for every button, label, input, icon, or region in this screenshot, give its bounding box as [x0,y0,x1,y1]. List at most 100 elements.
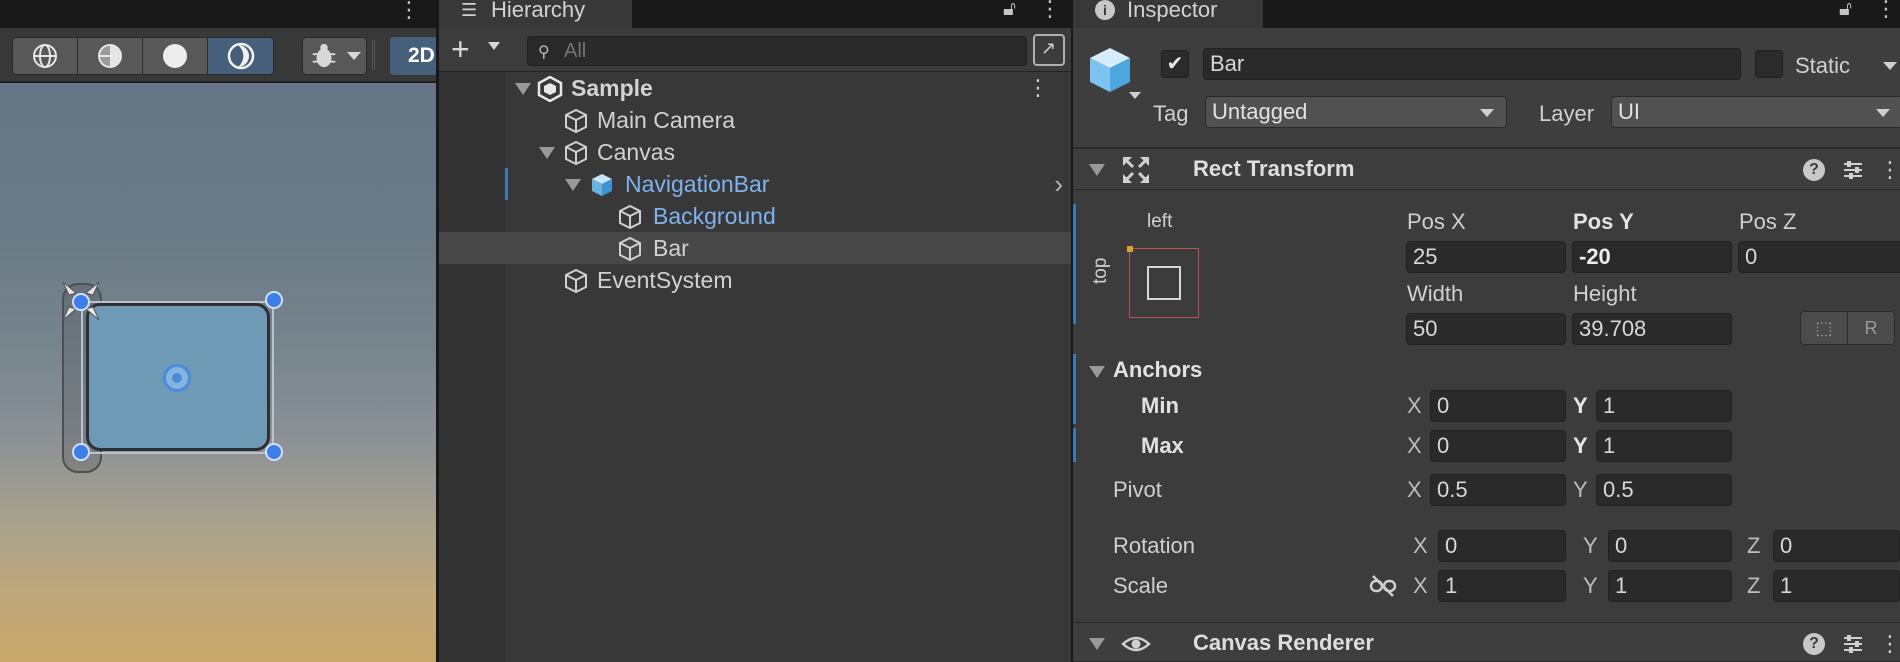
lock-icon[interactable]: 🔓︎ [1839,0,1852,19]
resize-handle-top-left[interactable] [72,293,90,311]
inspector-menu-icon[interactable]: ⋮ [1875,0,1897,20]
anchor-min-y-field[interactable]: 1 [1596,390,1732,422]
pos-y-field[interactable]: -20 [1572,241,1732,273]
shaded-sphere-icon[interactable] [143,38,208,74]
tree-item-canvas[interactable]: Canvas [439,136,1071,168]
skybox-moon-icon[interactable] [208,38,273,74]
scale-x-field[interactable]: 1 [1438,570,1566,602]
collapse-arrow-icon[interactable] [565,179,581,191]
layer-dropdown[interactable]: UI [1611,96,1900,128]
draw-mode-group [12,37,274,75]
canvas-renderer-title: Canvas Renderer [1193,630,1374,655]
anchor-presets-button[interactable] [1127,246,1199,318]
height-field[interactable]: 39.708 [1572,313,1732,345]
resize-handle-bottom-right[interactable] [265,443,283,461]
icon-dropdown-icon[interactable] [1129,92,1141,99]
rotation-y-field[interactable]: 0 [1608,530,1732,562]
rotation-z-field[interactable]: 0 [1773,530,1900,562]
width-field[interactable]: 50 [1406,313,1566,345]
blueprint-mode-button[interactable]: ⬚ [1800,311,1848,345]
add-object-dropdown-icon[interactable] [488,42,500,50]
collapse-arrow-icon[interactable] [539,147,555,159]
tag-label: Tag [1153,101,1189,126]
help-icon[interactable]: ? [1803,159,1825,181]
tree-item-main-camera[interactable]: Main Camera [439,104,1071,136]
height-label: Height [1573,281,1637,306]
override-marker [1073,204,1076,324]
tree-item-navigationbar[interactable]: NavigationBar › [439,168,1071,200]
static-checkbox[interactable] [1755,50,1783,78]
active-checkbox[interactable]: ✔ [1161,50,1189,78]
tab-hierarchy[interactable]: ☰ Hierarchy [439,0,632,28]
hierarchy-search-input[interactable] [564,39,1004,63]
eye-icon [1121,636,1151,652]
resize-handle-bottom-left[interactable] [72,443,90,461]
scene-viewport[interactable] [0,83,436,662]
scene-menu-icon[interactable]: ⋮ [398,0,420,21]
add-object-button[interactable]: + [451,33,470,65]
presets-icon[interactable] [1841,632,1865,656]
help-icon[interactable]: ? [1803,633,1825,655]
tree-item-eventsystem[interactable]: EventSystem [439,264,1071,296]
override-marker [1073,354,1076,390]
rotation-x-field[interactable]: 0 [1438,530,1566,562]
resize-handle-top-right[interactable] [265,291,283,309]
tab-inspector[interactable]: i Inspector [1073,0,1263,28]
pivot-handle[interactable] [163,364,191,392]
scale-y-field[interactable]: 1 [1608,570,1732,602]
list-icon: ☰ [461,0,478,20]
presets-icon[interactable] [1841,158,1865,182]
scale-y-label: Y [1583,573,1598,598]
raw-edit-button[interactable]: R [1847,311,1895,345]
gameobject-cube-icon [565,268,587,294]
prefab-override-marker [505,168,508,200]
foldout-arrow-icon[interactable] [1089,164,1105,176]
static-dropdown-icon[interactable] [1883,62,1897,70]
lock-icon[interactable]: 🔓︎ [1003,0,1016,19]
hierarchy-menu-icon[interactable]: ⋮ [1039,0,1061,20]
tree-item-label: Sample [571,75,653,101]
foldout-arrow-icon[interactable] [1089,638,1105,650]
object-name-field[interactable]: Bar [1203,48,1741,80]
wireframe-sphere-icon[interactable] [13,38,78,74]
gameobject-icon[interactable] [1087,46,1133,94]
anchor-max-x-field[interactable]: 0 [1430,430,1566,462]
rect-transform-icon [1123,157,1149,183]
scene-panel: ⋮ 2D [0,0,436,662]
scene-visibility-toggle-icon[interactable] [1033,34,1065,66]
constrain-proportions-icon[interactable] [1369,574,1397,598]
canvas-renderer-header[interactable]: Canvas Renderer ? ⋮ [1073,622,1900,662]
collapse-arrow-icon[interactable] [515,83,531,95]
shaded-wireframe-sphere-icon[interactable] [78,38,143,74]
tag-dropdown[interactable]: Untagged [1205,96,1507,128]
rect-transform-header[interactable]: Rect Transform ? ⋮ [1073,148,1900,190]
tree-item-bar[interactable]: Bar [439,232,1071,264]
pos-x-field[interactable]: 25 [1406,241,1566,273]
rotation-y-label: Y [1583,533,1598,558]
component-menu-icon[interactable]: ⋮ [1879,633,1900,655]
tree-item-label: NavigationBar [625,171,770,197]
scale-z-label: Z [1747,573,1761,598]
open-prefab-chevron-icon[interactable]: › [1054,168,1063,200]
rect-transform-title: Rect Transform [1193,156,1355,181]
mode-2d-button[interactable]: 2D [390,37,436,75]
gizmos-dropdown-icon[interactable] [347,52,361,60]
component-menu-icon[interactable]: ⋮ [1879,159,1900,181]
tree-item-scene[interactable]: Sample ⋮ [439,72,1071,104]
override-marker [1073,428,1076,462]
gizmo-bug-icon[interactable] [303,38,366,74]
anchor-preset-v-label: top [1090,257,1111,284]
anchor-min-x-field[interactable]: 0 [1430,390,1566,422]
anchors-label: Anchors [1113,357,1203,382]
pos-z-field[interactable]: 0 [1738,241,1900,273]
scene-menu-icon[interactable]: ⋮ [1027,72,1049,104]
hierarchy-search-box: ⚲ [527,36,1027,66]
pivot-y-field[interactable]: 0.5 [1596,474,1732,506]
scale-x-label: X [1413,573,1428,598]
tree-item-background[interactable]: Background [439,200,1071,232]
pivot-x-field[interactable]: 0.5 [1430,474,1566,506]
inspector-tab-bar: i Inspector 🔓︎ ⋮ [1073,0,1900,28]
scale-z-field[interactable]: 1 [1773,570,1900,602]
anchor-max-y-field[interactable]: 1 [1596,430,1732,462]
anchors-foldout-icon[interactable] [1089,366,1105,378]
